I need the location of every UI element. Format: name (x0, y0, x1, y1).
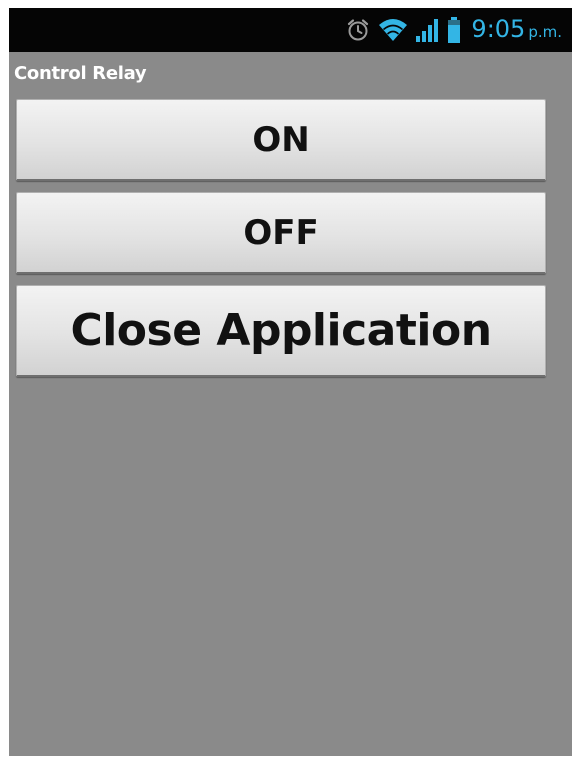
on-button[interactable]: ON (16, 99, 546, 181)
device-frame: 9:05 p.m. Control Relay ON OFF Close Appl… (0, 0, 581, 762)
status-icons: 9:05 p.m. (345, 8, 562, 52)
alarm-icon (345, 17, 371, 43)
app-title-bar: Control Relay (9, 52, 572, 98)
close-application-button[interactable]: Close Application (16, 285, 546, 377)
battery-icon (447, 16, 461, 44)
status-clock: 9:05 p.m. (471, 8, 562, 54)
clock-ampm: p.m. (528, 22, 562, 41)
status-bar: 9:05 p.m. (9, 8, 572, 52)
wifi-icon (377, 17, 409, 43)
signal-icon (415, 17, 441, 43)
clock-time: 9:05 (471, 14, 526, 43)
phone-screen: 9:05 p.m. Control Relay ON OFF Close Appl… (9, 8, 572, 756)
app-title: Control Relay (14, 63, 147, 84)
off-button[interactable]: OFF (16, 192, 546, 274)
